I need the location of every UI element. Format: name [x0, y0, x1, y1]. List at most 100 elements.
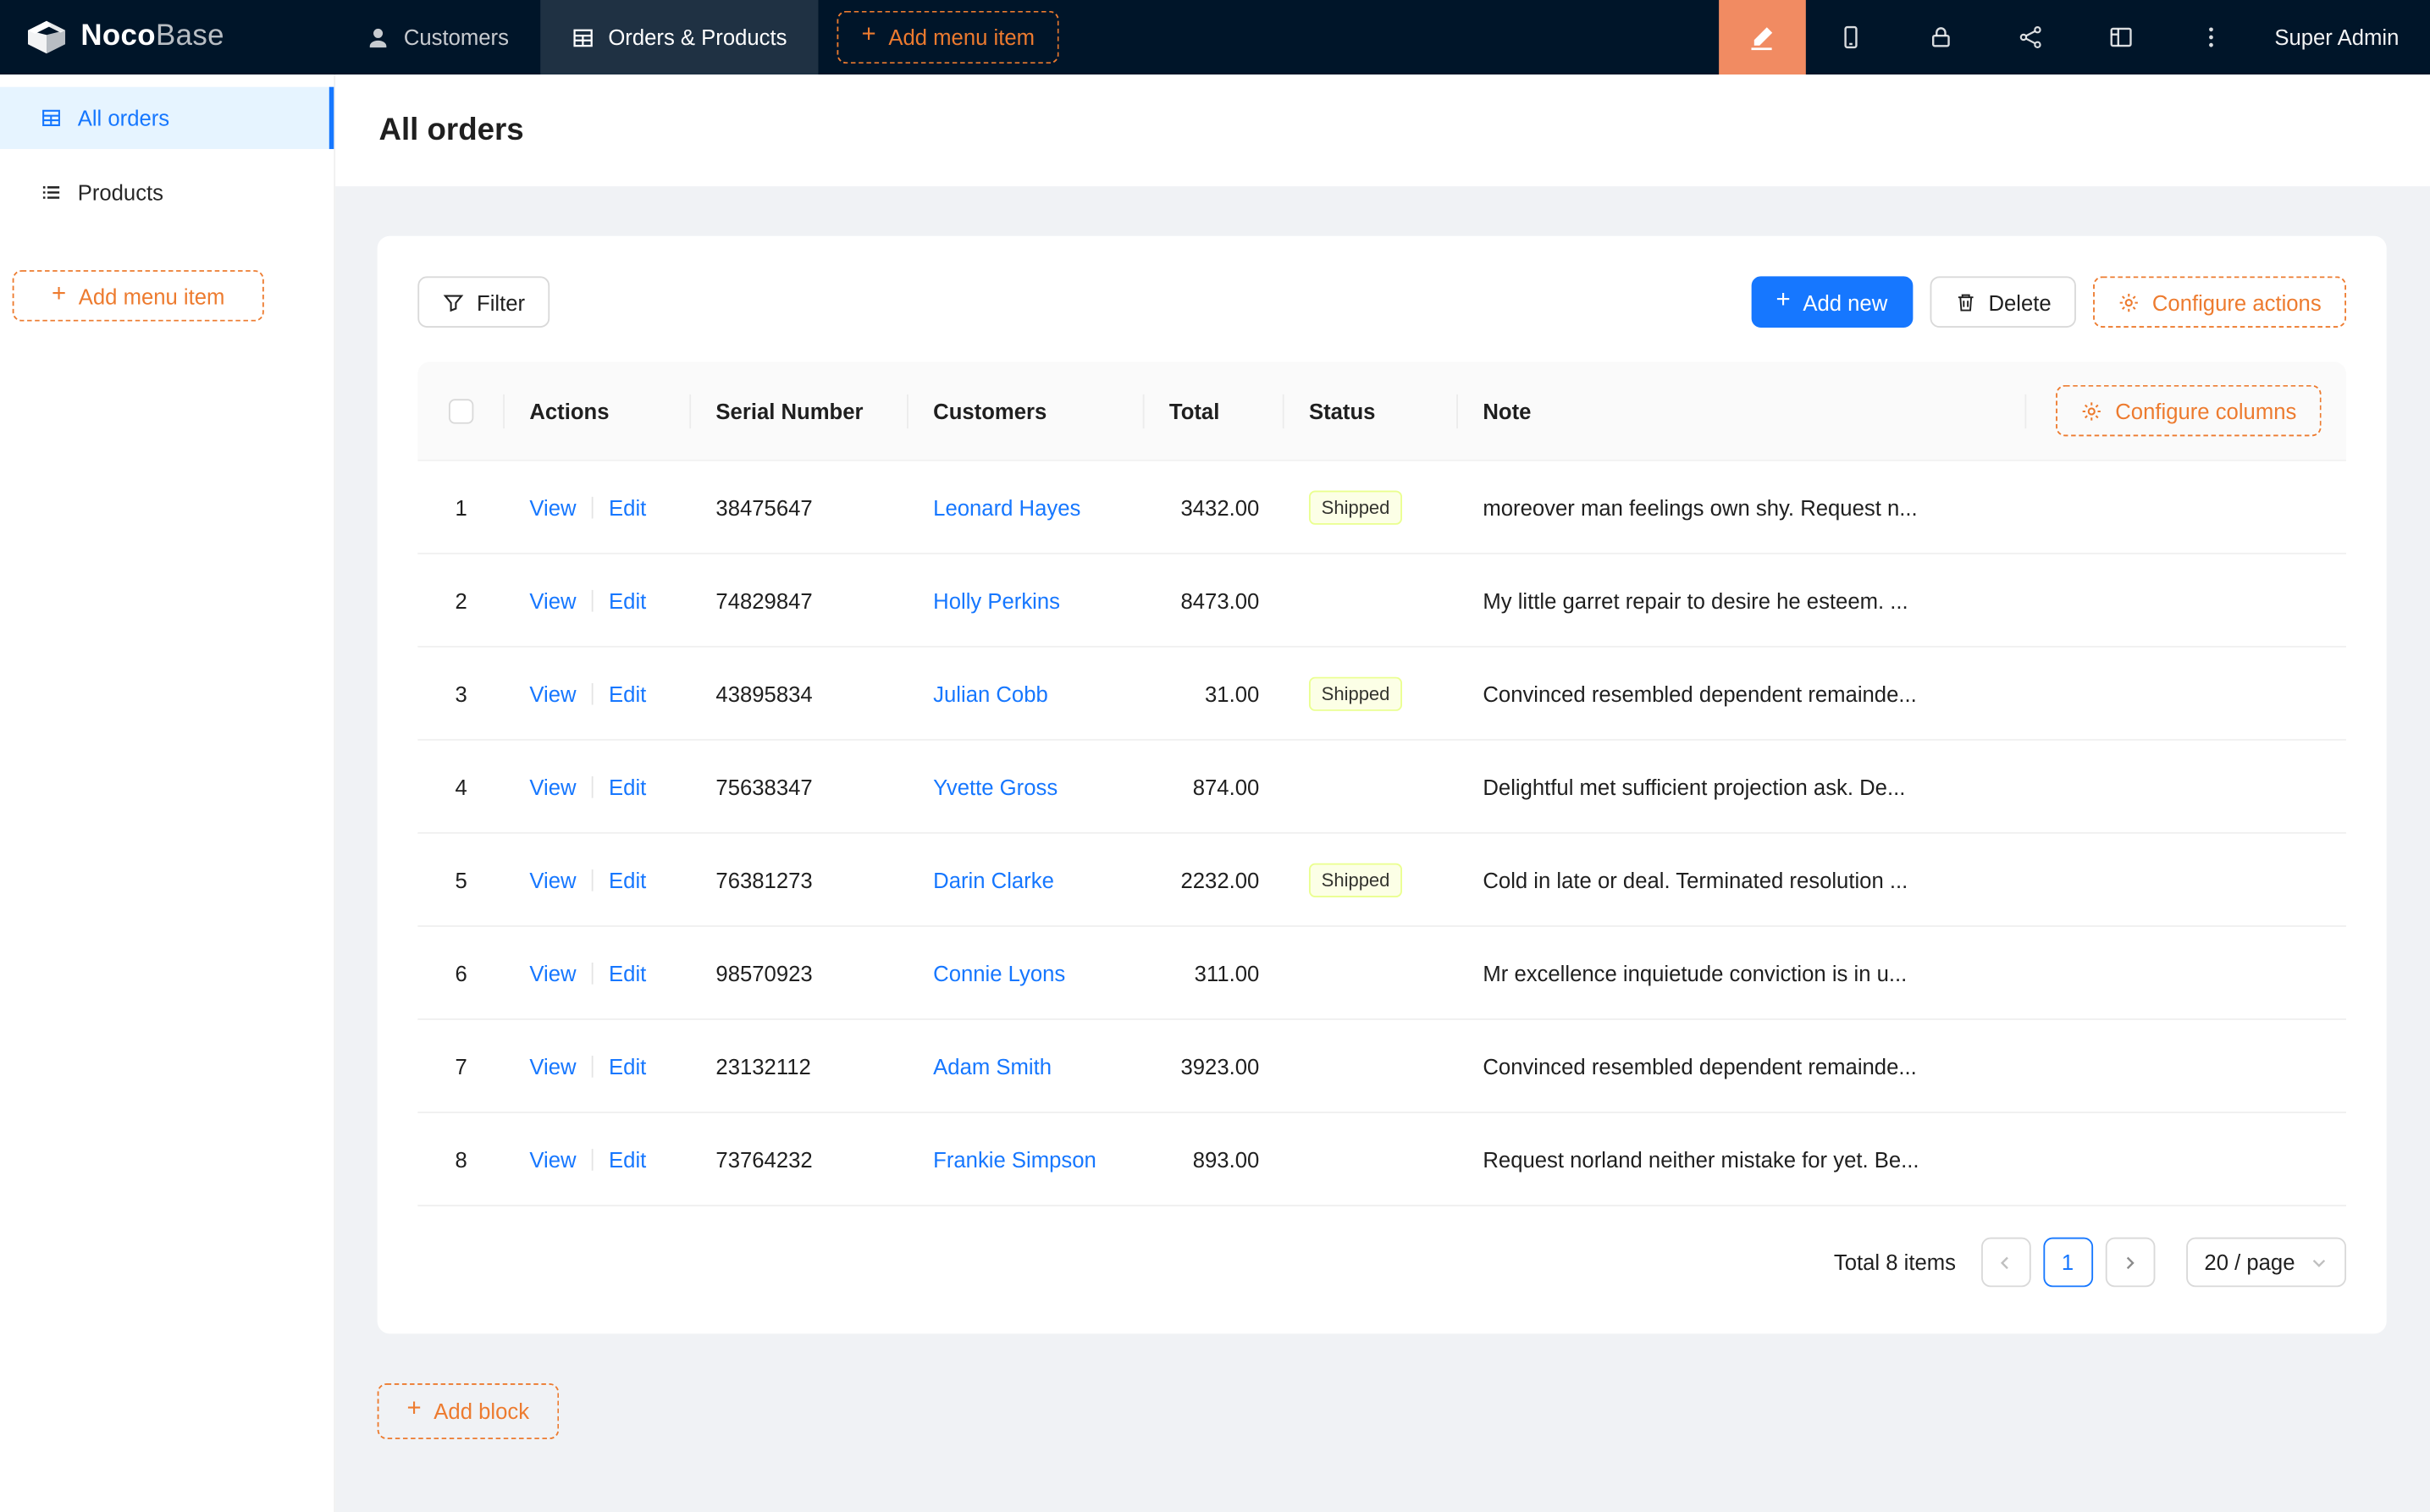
page-content: Filter + Add new Delete	[335, 186, 2430, 1439]
view-link[interactable]: View	[529, 1146, 576, 1171]
page-size-select[interactable]: 20 / page	[2185, 1238, 2346, 1288]
gear-icon	[2118, 291, 2140, 313]
user-menu[interactable]: Super Admin	[2256, 0, 2430, 74]
layout-button[interactable]	[2076, 0, 2166, 74]
customer-link[interactable]: Leonard Hayes	[933, 494, 1080, 519]
add-menu-item-button-topnav[interactable]: + Add menu item	[837, 11, 1059, 63]
top-menu-item-label: Orders & Products	[608, 25, 787, 49]
select-all-checkbox[interactable]	[449, 398, 473, 422]
actions-cell: View Edit	[505, 681, 691, 705]
top-menu-item-label: Customers	[404, 25, 509, 49]
actions-cell: View Edit	[505, 1146, 691, 1171]
plus-icon: +	[862, 24, 876, 48]
lock-icon	[1928, 25, 1952, 49]
row-index: 6	[417, 960, 505, 985]
column-header-actions: Actions	[505, 361, 691, 460]
link-divider	[592, 869, 594, 891]
total-cell: 874.00	[1145, 774, 1284, 798]
filter-button[interactable]: Filter	[417, 276, 550, 328]
edit-link[interactable]: Edit	[609, 494, 646, 519]
top-menu-item-customers[interactable]: Customers	[335, 0, 540, 74]
customer-link[interactable]: Connie Lyons	[933, 960, 1065, 985]
logo-text-bold: Noco	[80, 20, 156, 53]
customer-link[interactable]: Frankie Simpson	[933, 1146, 1096, 1171]
funnel-icon	[443, 291, 465, 313]
edit-link[interactable]: Edit	[609, 1146, 646, 1171]
pagination-next-button[interactable]	[2105, 1238, 2155, 1288]
serial-number-cell: 98570923	[691, 960, 908, 985]
configure-columns-label: Configure columns	[2115, 400, 2296, 422]
total-cell: 2232.00	[1145, 867, 1284, 891]
sidebar-item-label: All orders	[78, 106, 169, 130]
total-cell: 311.00	[1145, 960, 1284, 985]
view-link[interactable]: View	[529, 681, 576, 705]
logo-text: NocoBase	[80, 20, 224, 54]
column-header-serial-number: Serial Number	[691, 361, 908, 460]
column-header-customers: Customers	[908, 361, 1145, 460]
table-row: 3 ViewEdit 43895834 Julian Cobb 31.00 Sh…	[417, 648, 2346, 741]
lock-button[interactable]	[1896, 0, 1985, 74]
configure-columns-button[interactable]: Configure columns	[2057, 385, 2322, 437]
customer-link[interactable]: Julian Cobb	[933, 681, 1048, 705]
sidebar-item-all-orders[interactable]: All orders	[0, 87, 334, 149]
column-header-total: Total	[1145, 361, 1284, 460]
link-divider	[592, 589, 594, 611]
note-cell: Cold in late or deal. Terminated resolut…	[1458, 867, 2346, 891]
edit-link[interactable]: Edit	[609, 867, 646, 891]
view-link[interactable]: View	[529, 774, 576, 798]
pagination-page-1[interactable]: 1	[2043, 1238, 2093, 1288]
edit-link[interactable]: Edit	[609, 774, 646, 798]
ui-editor-button[interactable]	[1719, 0, 1806, 74]
row-index: 8	[417, 1146, 505, 1171]
pagination-prev-button[interactable]	[1980, 1238, 2030, 1288]
status-cell: Shipped	[1284, 490, 1458, 524]
customer-cell: Leonard Hayes	[908, 494, 1145, 519]
customer-link[interactable]: Yvette Gross	[933, 774, 1058, 798]
table-row: 8 ViewEdit 73764232 Frankie Simpson 893.…	[417, 1113, 2346, 1206]
edit-link[interactable]: Edit	[609, 960, 646, 985]
view-link[interactable]: View	[529, 867, 576, 891]
nocobase-logo-icon	[25, 19, 68, 56]
customer-cell: Holly Perkins	[908, 588, 1145, 612]
customer-cell: Frankie Simpson	[908, 1146, 1145, 1171]
view-link[interactable]: View	[529, 960, 576, 985]
total-cell: 8473.00	[1145, 588, 1284, 612]
customer-cell: Connie Lyons	[908, 960, 1145, 985]
customer-link[interactable]: Holly Perkins	[933, 588, 1060, 612]
actions-cell: View Edit	[505, 960, 691, 985]
toolbar-right-actions: + Add new Delete	[1751, 276, 2346, 328]
customer-cell: Yvette Gross	[908, 774, 1145, 798]
edit-link[interactable]: Edit	[609, 681, 646, 705]
link-divider	[592, 682, 594, 704]
nocobase-logo[interactable]: NocoBase	[0, 0, 335, 74]
add-menu-item-button-sidebar[interactable]: + Add menu item	[13, 270, 264, 322]
api-button[interactable]	[1985, 0, 2075, 74]
page-size-value: 20 / page	[2204, 1250, 2295, 1274]
serial-number-cell: 23132112	[691, 1053, 908, 1078]
mobile-preview-button[interactable]	[1806, 0, 1896, 74]
edit-link[interactable]: Edit	[609, 588, 646, 612]
row-index: 2	[417, 588, 505, 612]
serial-number-cell: 43895834	[691, 681, 908, 705]
topnav-right-actions: Super Admin	[1719, 0, 2430, 74]
status-cell: Shipped	[1284, 676, 1458, 710]
add-block-button[interactable]: + Add block	[378, 1383, 559, 1439]
row-index: 3	[417, 681, 505, 705]
more-actions-button[interactable]	[2166, 0, 2256, 74]
top-menu-item-orders-products[interactable]: Orders & Products	[540, 0, 819, 74]
sidebar: All orders Products + Add menu item	[0, 74, 335, 1512]
configure-actions-button[interactable]: Configure actions	[2093, 276, 2346, 328]
add-new-button[interactable]: + Add new	[1751, 276, 1912, 328]
sidebar-item-products[interactable]: Products	[0, 162, 334, 223]
logo-text-light: Base	[156, 20, 224, 53]
delete-button[interactable]: Delete	[1930, 276, 2076, 328]
edit-link[interactable]: Edit	[609, 1053, 646, 1078]
layout-icon	[2108, 25, 2133, 49]
customer-link[interactable]: Adam Smith	[933, 1053, 1052, 1078]
view-link[interactable]: View	[529, 494, 576, 519]
view-link[interactable]: View	[529, 1053, 576, 1078]
column-header-note: Note	[1458, 361, 2026, 460]
customer-link[interactable]: Darin Clarke	[933, 867, 1054, 891]
view-link[interactable]: View	[529, 588, 576, 612]
link-divider	[592, 496, 594, 518]
